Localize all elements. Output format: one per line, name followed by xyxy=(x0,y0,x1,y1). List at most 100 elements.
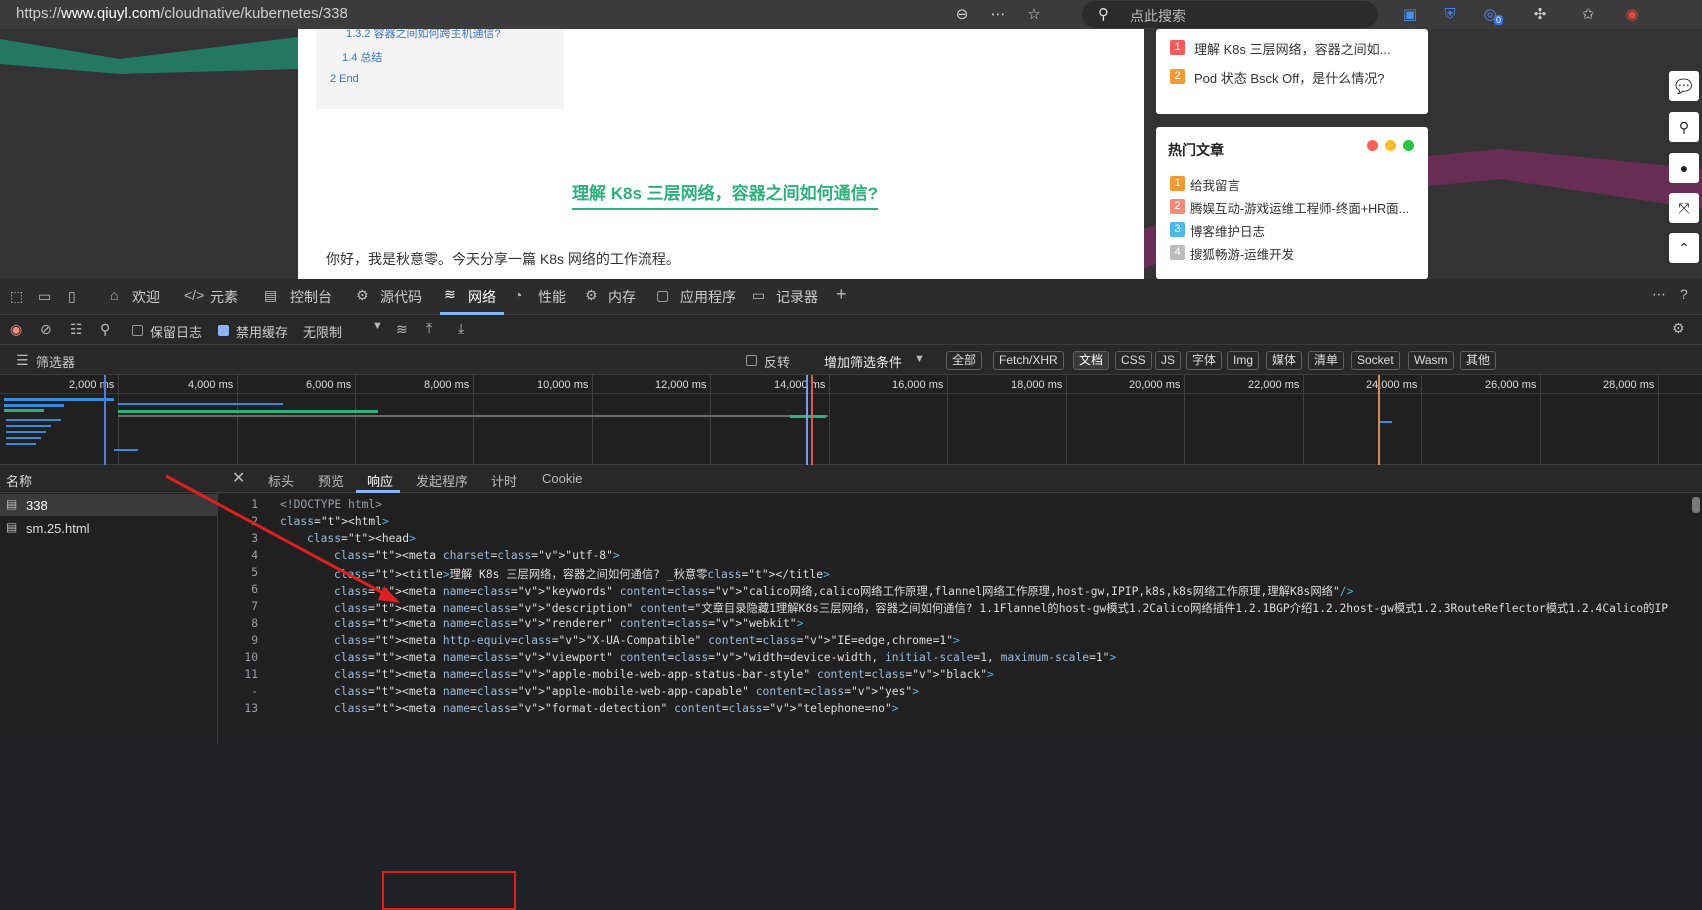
disable-cache-label: 禁用缓存 xyxy=(236,325,289,340)
code-line: class="t"><head> xyxy=(307,532,416,545)
tab-application[interactable]: 应用程序 xyxy=(680,287,736,307)
search-placeholder: 点此搜索 xyxy=(1130,8,1186,24)
article-link[interactable]: Pod 状态 Bsck Off，是什么情况? xyxy=(1194,68,1384,87)
chevron-down-icon[interactable]: ▼ xyxy=(372,320,383,332)
preserve-log-checkbox[interactable] xyxy=(132,325,143,336)
export-icon[interactable]: ⤓ xyxy=(458,320,464,337)
add-tab-icon[interactable]: + xyxy=(836,284,847,305)
latest-articles-card: 1 理解 K8s 三层网络，容器之间如... 2 Pod 状态 Bsck Off… xyxy=(1156,29,1428,114)
favorite-star-icon[interactable]: ☆ xyxy=(1024,5,1044,25)
tab-memory[interactable]: 内存 xyxy=(608,287,636,307)
tab-timing[interactable]: 计时 xyxy=(491,471,517,490)
filter-chip-wasm[interactable]: Wasm xyxy=(1408,351,1454,370)
search-icon[interactable]: ⚲ xyxy=(100,321,110,338)
tab-sources[interactable]: 源代码 xyxy=(380,287,422,307)
line-number: 9 xyxy=(251,634,258,647)
article-title: 理解 K8s 三层网络，容器之间如何通信? xyxy=(572,179,879,210)
article-link[interactable]: 给我留言 xyxy=(1190,175,1240,194)
article-link[interactable]: 腾娱互动-游戏运维工程师-终面+HR面... xyxy=(1190,198,1409,217)
request-row[interactable]: ▤ sm.25.html xyxy=(0,517,218,539)
tab-response[interactable]: 响应 xyxy=(367,471,393,490)
request-row[interactable]: ▤ 338 xyxy=(0,494,218,516)
dock-icon[interactable]: ▯ xyxy=(68,288,76,305)
url-field[interactable]: https://www.qiuyl.com/cloudnative/kubern… xyxy=(16,5,348,22)
qq-icon[interactable]: ● xyxy=(1669,153,1699,183)
filter-chip-img[interactable]: Img xyxy=(1227,351,1260,370)
code-icon: </> xyxy=(184,287,205,303)
filter-chip-socket[interactable]: Socket xyxy=(1351,351,1400,370)
filter-chip-js[interactable]: JS xyxy=(1155,351,1182,370)
tab-headers[interactable]: 标头 xyxy=(268,471,294,490)
back-to-top-icon[interactable]: ⌃ xyxy=(1669,233,1699,263)
toc-link[interactable]: 1.4 总结 xyxy=(342,49,382,65)
record-stop-icon[interactable]: ◉ xyxy=(10,321,22,338)
tab-welcome[interactable]: 欢迎 xyxy=(132,287,160,307)
tab-console[interactable]: 控制台 xyxy=(290,287,332,307)
network-conditions-icon[interactable]: ≋ xyxy=(396,321,408,338)
import-icon[interactable]: ⤒ xyxy=(426,320,432,337)
document-icon: ▤ xyxy=(6,520,18,534)
toc-link[interactable]: 1.3.2 容器之间如何跨主机通信? xyxy=(346,29,501,41)
tab-performance[interactable]: 性能 xyxy=(538,287,566,307)
article-link[interactable]: 博客维护日志 xyxy=(1190,221,1265,240)
filter-chip-fetch-xhr[interactable]: Fetch/XHR xyxy=(993,351,1064,370)
request-list: 名称 ▤ 338 ▤ sm.25.html xyxy=(0,465,218,744)
filter-chip-document[interactable]: 文档 xyxy=(1073,351,1110,370)
filter-chip-font[interactable]: 字体 xyxy=(1186,351,1223,370)
line-number: 6 xyxy=(251,583,258,596)
filter-chip-css[interactable]: CSS xyxy=(1115,351,1152,370)
fullscreen-icon[interactable]: ⤧ xyxy=(1669,193,1699,223)
favorites-icon[interactable]: ✩ xyxy=(1578,5,1598,25)
zoom-out-icon[interactable]: ⊖ xyxy=(952,5,972,25)
filter-chip-other[interactable]: 其他 xyxy=(1460,351,1497,370)
search-icon[interactable]: ⚲ xyxy=(1669,112,1699,142)
throttle-select[interactable]: 无限制 xyxy=(303,322,342,341)
tab-recorder[interactable]: 记录器 xyxy=(776,287,818,307)
tab-network[interactable]: 网络 xyxy=(468,287,496,307)
console-icon: ▤ xyxy=(264,287,278,303)
tab-preview[interactable]: 预览 xyxy=(318,471,344,490)
more-icon[interactable]: ⋯ xyxy=(988,5,1008,25)
filter-input[interactable]: 筛选器 xyxy=(36,352,75,371)
filter-chip-manifest[interactable]: 清单 xyxy=(1308,351,1345,370)
shield-icon[interactable]: ⛨ xyxy=(1440,5,1460,25)
close-icon[interactable]: ✕ xyxy=(232,468,245,488)
recorder-icon: ▭ xyxy=(752,287,766,303)
line-number: 5 xyxy=(251,566,258,579)
chevron-down-icon[interactable]: ▼ xyxy=(914,353,925,365)
code-line: class="t"><meta http-equiv=class="v">"X-… xyxy=(334,634,960,647)
search-box[interactable]: ⚲ 点此搜索 xyxy=(1082,1,1378,28)
help-icon[interactable]: ? xyxy=(1680,286,1688,302)
article-link[interactable]: 理解 K8s 三层网络，容器之间如... xyxy=(1194,39,1390,58)
document-icon: ▤ xyxy=(6,497,18,511)
response-code-view[interactable]: 1 <!DOCTYPE html> 2 class="t"><html> 3 class=… xyxy=(218,494,1702,744)
extension-icon[interactable]: ▣ xyxy=(1400,5,1420,25)
more-filters-dropdown[interactable]: 增加筛选条件 xyxy=(824,352,902,371)
puzzle-icon[interactable]: ✣ xyxy=(1530,5,1550,25)
tab-cookie[interactable]: Cookie xyxy=(542,471,582,486)
more-options-icon[interactable]: ⋯ xyxy=(1652,286,1666,303)
dot-yellow-icon xyxy=(1385,140,1396,151)
network-timeline[interactable]: 2,000 ms 4,000 ms 6,000 ms 8,000 ms 10,0… xyxy=(0,375,1702,465)
filter-chip-media[interactable]: 媒体 xyxy=(1266,351,1303,370)
code-line: class="t"><html> xyxy=(280,515,389,528)
name-column-header[interactable]: 名称 xyxy=(6,471,32,490)
settings-gear-icon[interactable]: ⚙ xyxy=(1672,320,1685,337)
line-number: 11 xyxy=(244,668,258,681)
chat-icon[interactable]: 💬 xyxy=(1669,71,1699,101)
article-link[interactable]: 搜狐畅游-运维开发 xyxy=(1190,244,1294,263)
inspect-icon[interactable]: ⬚ xyxy=(10,288,23,305)
clear-icon[interactable]: ⊘ xyxy=(40,321,52,338)
scrollbar-thumb[interactable] xyxy=(1692,497,1700,513)
toc-link[interactable]: 2 End xyxy=(330,73,359,85)
code-line: class="t"><title>理解 K8s 三层网络，容器之间如何通信? _… xyxy=(334,568,830,581)
disable-cache-checkbox[interactable] xyxy=(218,325,229,336)
filter-icon[interactable]: ☷ xyxy=(70,321,83,338)
invert-checkbox[interactable] xyxy=(746,355,757,366)
device-toggle-icon[interactable]: ▭ xyxy=(38,288,51,305)
filter-chip-all[interactable]: 全部 xyxy=(946,351,983,370)
tab-initiator[interactable]: 发起程序 xyxy=(416,471,468,490)
code-line: <!DOCTYPE html> xyxy=(280,498,383,511)
tab-elements[interactable]: 元素 xyxy=(210,287,238,307)
profile-avatar-icon[interactable]: ◉ xyxy=(1622,5,1642,25)
